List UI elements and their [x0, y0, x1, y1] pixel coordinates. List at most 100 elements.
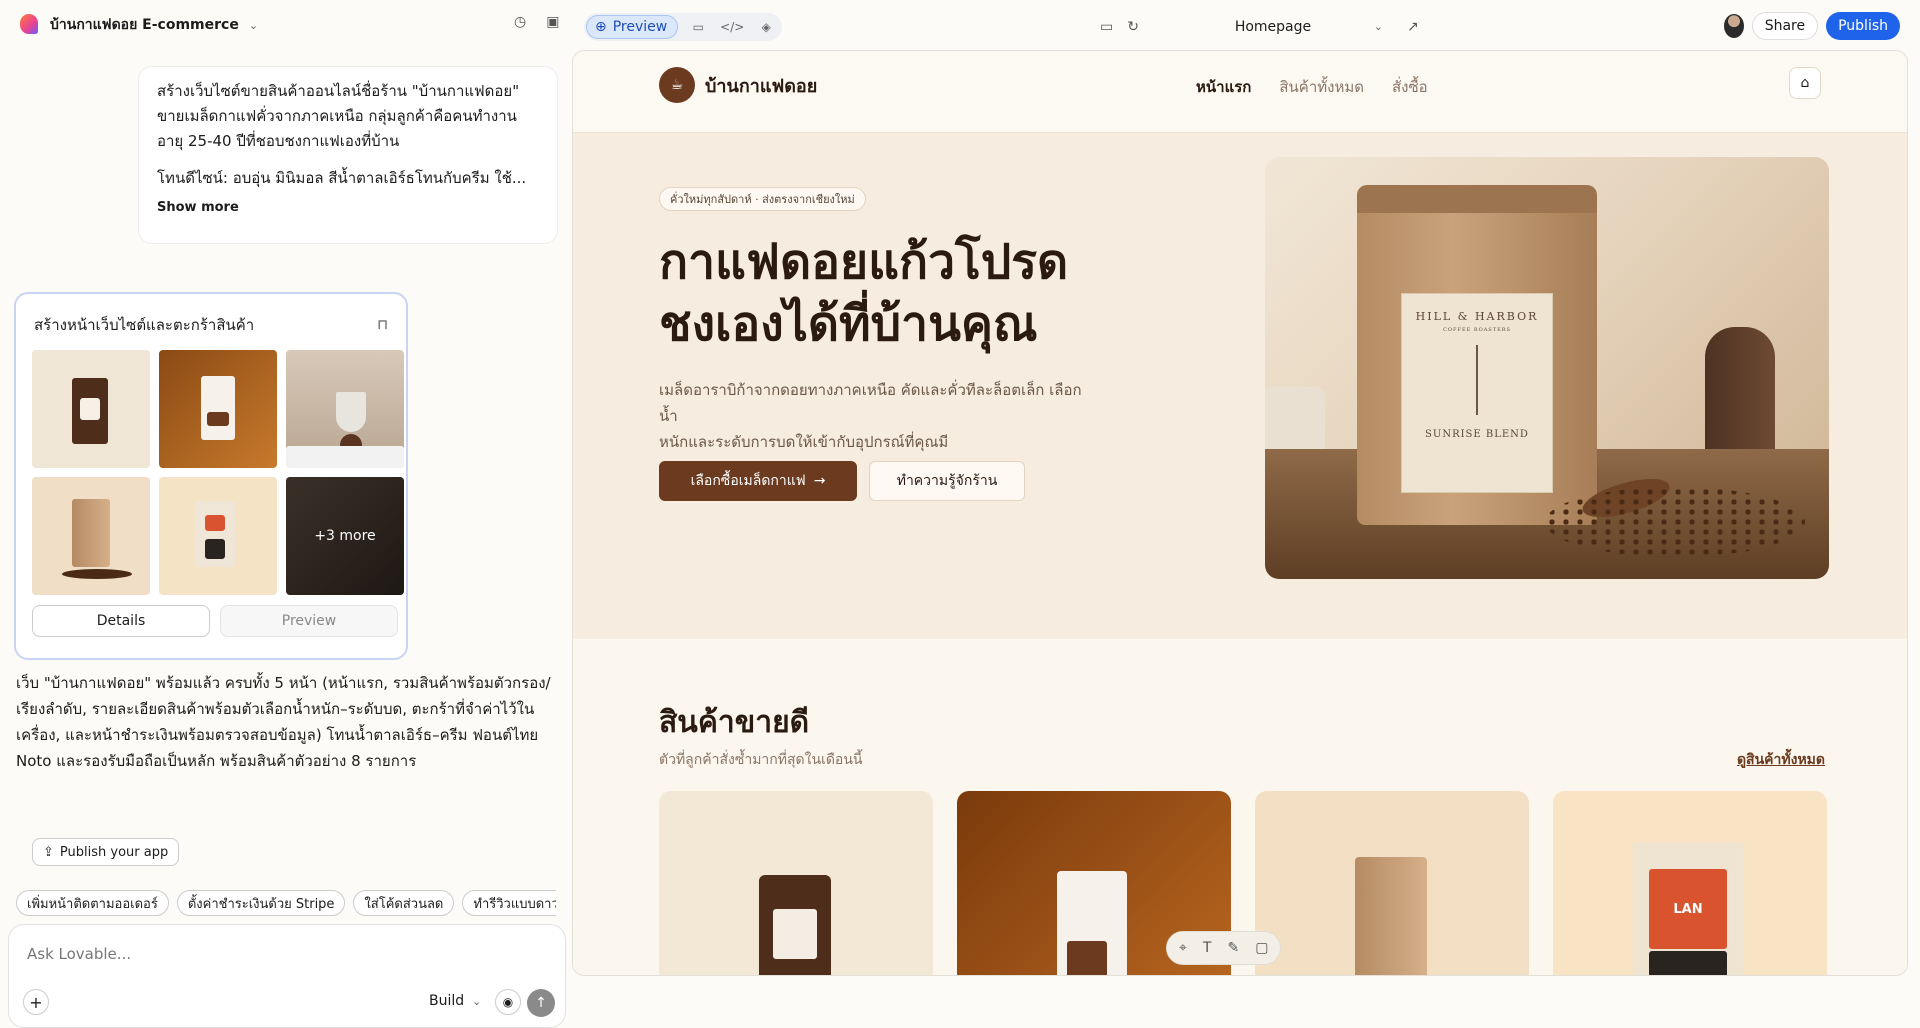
- product-card[interactable]: LAN: [1553, 791, 1827, 975]
- prompt-line: โทนดีไซน์: อบอุ่น มินิมอล สีน้ำตาลเอิร์ธ…: [157, 169, 527, 187]
- suggestion-chip[interactable]: เพิ่มหน้าติดตามออเดอร์: [16, 890, 169, 916]
- external-link-icon[interactable]: ↗: [1407, 19, 1419, 35]
- thumbnail[interactable]: [32, 477, 150, 595]
- chevron-down-icon: ⌄: [248, 18, 259, 32]
- show-more-button[interactable]: Show more: [157, 195, 539, 220]
- details-button[interactable]: Details: [32, 605, 210, 637]
- upload-icon: ⇪: [43, 844, 54, 860]
- more-images-label: +3 more: [286, 477, 404, 595]
- share-button[interactable]: Share: [1751, 12, 1819, 40]
- card-title: สร้างหน้าเว็บไซต์และตะกร้าสินค้า: [34, 316, 255, 334]
- publish-your-app-button[interactable]: ⇪ Publish your app: [32, 838, 180, 866]
- top-bar: บ้านกาแฟดอย E-commerce ⌄ ◷ ▣ ⊕ Preview ▭…: [0, 0, 1920, 52]
- hero-title: กาแฟดอยแก้วโปรด ชงเองได้ที่บ้านคุณ: [659, 231, 1129, 355]
- page-select[interactable]: Homepage ⌄: [1153, 13, 1393, 41]
- text-tool-icon[interactable]: T: [1203, 940, 1212, 956]
- best-sellers-section: สินค้าขายดี ตัวที่ลูกค้าสั่งซ้ำมากที่สุด…: [573, 639, 1907, 975]
- chat-input[interactable]: [27, 939, 527, 969]
- coffee-sprig-icon: [1476, 345, 1478, 415]
- coffee-cup-icon: ☕: [659, 67, 695, 103]
- suggestion-chip[interactable]: ทำรีวิวแบบดาว: [462, 890, 556, 916]
- thumbnail[interactable]: [286, 350, 404, 468]
- lovable-logo-icon: [20, 14, 40, 36]
- select-element-icon[interactable]: ⌖: [1179, 940, 1187, 956]
- hero-lead: เมล็ดอาราบิก้าจากดอยทางภาคเหนือ คัดและคั…: [659, 377, 1099, 455]
- project-name: บ้านกาแฟดอย E-commerce: [50, 17, 239, 33]
- layers-icon[interactable]: ◈: [752, 15, 780, 39]
- avatar[interactable]: [1723, 14, 1744, 38]
- reply-line: เรียงลำดับ, รายละเอียดสินค้าพร้อมตัวเลือ…: [16, 700, 535, 718]
- chat-panel: สร้างเว็บไซต์ขายสินค้าออนไลน์ชื่อร้าน "บ…: [0, 52, 570, 1028]
- card-preview-button[interactable]: Preview: [220, 605, 398, 637]
- mode-select-value: Build: [429, 993, 465, 1009]
- code-icon[interactable]: </>: [718, 15, 746, 39]
- sidebar-toggle-icon[interactable]: ▣: [546, 14, 559, 30]
- image-grid: +3 more: [32, 350, 404, 595]
- globe-icon: ⊕: [595, 19, 607, 35]
- toolbar-icons: ◷ ▣: [514, 14, 559, 30]
- cart-icon[interactable]: ⌂: [1789, 67, 1821, 99]
- file-icon[interactable]: ▭: [684, 15, 712, 39]
- pouch-sub: COFFEE ROASTERS: [1443, 327, 1511, 333]
- nav-link-home[interactable]: หน้าแรก: [1196, 75, 1251, 99]
- edit-toolbar: ⌖ T ✎ ▢: [1166, 931, 1282, 965]
- coffee-beans-shape: [1545, 487, 1805, 557]
- mode-select[interactable]: Build ⌄: [429, 993, 481, 1009]
- pouch-brand: HILL & HARBOR: [1415, 310, 1539, 323]
- hero-lead-line: เมล็ดอาราบิก้าจากดอยทางภาคเหนือ คัดและคั…: [659, 381, 1082, 425]
- user-prompt-message: สร้างเว็บไซต์ขายสินค้าออนไลน์ชื่อร้าน "บ…: [138, 66, 558, 244]
- desktop-icon[interactable]: ▭: [1100, 19, 1113, 35]
- product-label: LAN: [1649, 869, 1727, 949]
- pouch-label: HILL & HARBOR COFFEE ROASTERS SUNRISE BL…: [1401, 293, 1553, 493]
- best-sellers-subtitle: ตัวที่ลูกค้าสั่งซ้ำมากที่สุดในเดือนนี้: [659, 752, 863, 768]
- shop-beans-button[interactable]: เลือกซื้อเมล็ดกาแฟ →: [659, 461, 857, 501]
- page-select-value: Homepage: [1234, 19, 1312, 35]
- preview-url-bar: ▭ ↻ Homepage ⌄ ↗: [1100, 13, 1419, 41]
- hero-image: HILL & HARBOR COFFEE ROASTERS SUNRISE BL…: [1265, 157, 1829, 579]
- suggestion-chip[interactable]: ตั้งค่าชำระเงินด้วย Stripe: [176, 890, 346, 916]
- microphone-icon[interactable]: ◉: [495, 989, 521, 1015]
- history-icon[interactable]: ◷: [514, 14, 526, 30]
- best-sellers-title: สินค้าขายดี: [659, 705, 810, 740]
- thumbnail-more[interactable]: +3 more: [286, 477, 404, 595]
- site-nav-links: หน้าแรก สินค้าทั้งหมด สั่งซื้อ: [1196, 75, 1428, 99]
- about-store-button[interactable]: ทำความรู้จักร้าน: [869, 461, 1025, 501]
- chevron-down-icon: ⌄: [1373, 20, 1383, 33]
- product-card[interactable]: [1255, 791, 1529, 975]
- hero-title-line: กาแฟดอยแก้วโปรด: [659, 234, 1069, 290]
- view-tabs: ⊕ Preview ▭ </> ◈: [584, 13, 783, 41]
- publish-your-app-label: Publish your app: [59, 844, 169, 860]
- hero-pill: คั่วใหม่ทุกสัปดาห์ · ส่งตรงจากเชียงใหม่: [659, 187, 866, 211]
- publish-button[interactable]: Publish: [1826, 12, 1900, 40]
- reply-line: Noto และรองรับมือถือเป็นหลัก พร้อมสินค้า…: [16, 752, 417, 770]
- thumbnail[interactable]: [32, 350, 150, 468]
- assistant-reply: เว็บ "บ้านกาแฟดอย" พร้อมแล้ว ครบทั้ง 5 ห…: [16, 670, 556, 774]
- suggestion-chip[interactable]: ใส่โค้ดส่วนลด: [353, 890, 455, 916]
- tab-preview[interactable]: ⊕ Preview: [586, 15, 679, 39]
- product-card[interactable]: [659, 791, 933, 975]
- thumbnail[interactable]: [159, 477, 277, 595]
- refresh-icon[interactable]: ↻: [1127, 19, 1139, 35]
- nav-link-order[interactable]: สั่งซื้อ: [1392, 75, 1428, 99]
- pouch-top-shape: [1357, 185, 1597, 213]
- nav-link-products[interactable]: สินค้าทั้งหมด: [1279, 75, 1364, 99]
- pencil-icon[interactable]: ✎: [1227, 940, 1239, 956]
- site-nav: ☕ บ้านกาแฟดอย หน้าแรก สินค้าทั้งหมด สั่ง…: [573, 51, 1907, 133]
- vase-shape: [1705, 327, 1775, 467]
- hero-title-line: ชงเองได้ที่บ้านคุณ: [659, 296, 1038, 352]
- see-all-products-link[interactable]: ดูสินค้าทั้งหมด: [1737, 749, 1825, 771]
- shop-beans-label: เลือกซื้อเมล็ดกาแฟ: [690, 473, 806, 489]
- comment-icon[interactable]: ▢: [1255, 940, 1268, 956]
- header-actions: Share Publish: [1723, 12, 1900, 40]
- project-switcher[interactable]: บ้านกาแฟดอย E-commerce ⌄: [20, 14, 258, 36]
- thumbnail[interactable]: [159, 350, 277, 468]
- pouch-blend: SUNRISE BLEND: [1425, 429, 1529, 440]
- send-button[interactable]: ↑: [527, 989, 555, 1017]
- site-brand-name: บ้านกาแฟดอย: [705, 75, 818, 97]
- hero-lead-line: หนักและระดับการบดให้เข้ากับอุปกรณ์ที่คุณ…: [659, 433, 949, 451]
- site-preview-frame: ☕ บ้านกาแฟดอย หน้าแรก สินค้าทั้งหมด สั่ง…: [572, 50, 1908, 976]
- site-brand[interactable]: ☕ บ้านกาแฟดอย: [659, 67, 817, 103]
- add-attachment-icon[interactable]: +: [23, 989, 49, 1015]
- bookmark-icon[interactable]: ⊓: [377, 317, 388, 333]
- chevron-down-icon: ⌄: [472, 994, 482, 1008]
